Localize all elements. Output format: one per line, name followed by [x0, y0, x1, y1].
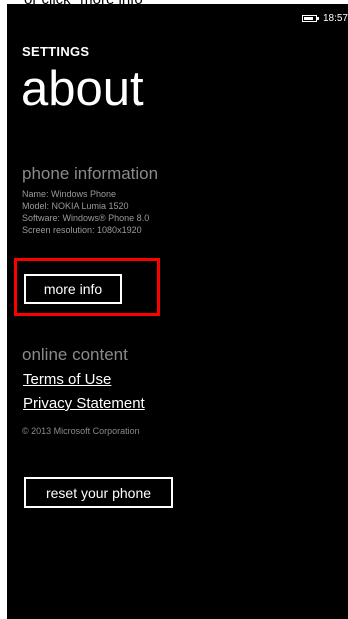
screen-resolution: Screen resolution: 1080x1920	[22, 225, 142, 235]
privacy-statement-link[interactable]: Privacy Statement	[23, 395, 145, 412]
more-info-button[interactable]: more info	[24, 274, 122, 304]
page-title: about	[21, 62, 144, 116]
phone-model: Model: NOKIA Lumia 1520	[22, 201, 129, 211]
phone-screen: 18:57 SETTINGS about phone information N…	[7, 4, 348, 619]
copyright-text: © 2013 Microsoft Corporation	[22, 426, 140, 436]
phone-details: Name: Windows Phone Model: NOKIA Lumia 1…	[22, 188, 149, 236]
reset-phone-button[interactable]: reset your phone	[24, 477, 173, 508]
status-time: 18:57	[322, 12, 348, 24]
phone-software: Software: Windows® Phone 8.0	[22, 213, 150, 223]
status-bar: 18:57	[301, 10, 348, 26]
terms-of-use-link[interactable]: Terms of Use	[23, 371, 111, 388]
app-title: SETTINGS	[22, 44, 90, 59]
phone-name: Name: Windows Phone	[22, 189, 117, 199]
battery-icon	[301, 14, 319, 22]
online-content-heading: online content	[22, 345, 128, 364]
phone-information-heading: phone information	[22, 164, 159, 183]
